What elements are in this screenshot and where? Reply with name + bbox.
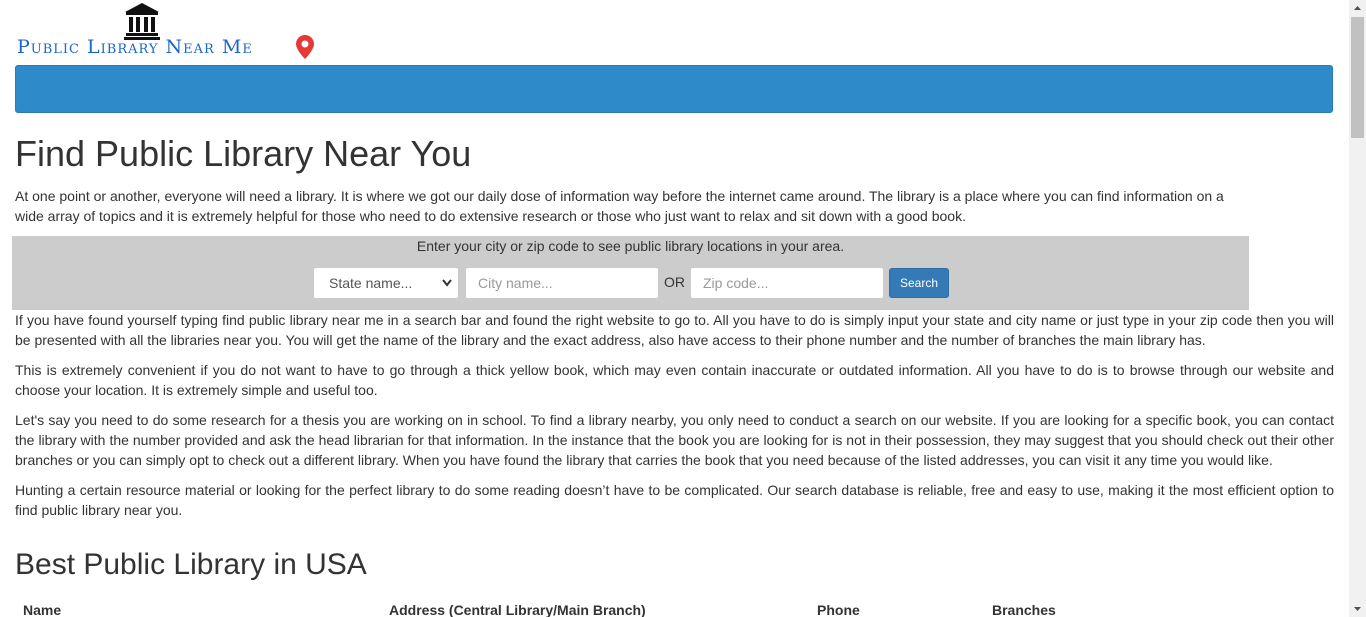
zip-input[interactable] bbox=[690, 267, 884, 299]
navbar bbox=[15, 65, 1333, 113]
content-paragraph: If you have found yourself typing find p… bbox=[15, 312, 1334, 348]
column-header-branches: Branches bbox=[992, 602, 1056, 617]
state-select-value: State name... bbox=[329, 275, 413, 291]
chevron-down-icon bbox=[442, 279, 452, 287]
page-title: Find Public Library Near You bbox=[15, 133, 472, 174]
content-paragraph: This is extremely convenient if you do n… bbox=[15, 362, 1334, 398]
search-hint: Enter your city or zip code to see publi… bbox=[416, 238, 845, 254]
city-input[interactable] bbox=[465, 267, 659, 299]
table-header-row: Name Address (Central Library/Main Branc… bbox=[0, 602, 1349, 617]
library-building-icon bbox=[124, 3, 160, 40]
intro-paragraph: At one point or another, everyone will n… bbox=[15, 188, 1224, 224]
content-paragraph: Hunting a certain resource material or l… bbox=[15, 482, 1334, 518]
vertical-scrollbar[interactable] bbox=[1349, 0, 1366, 617]
content-paragraph: Let's say you need to do some research f… bbox=[15, 412, 1334, 468]
or-label: OR bbox=[664, 274, 685, 290]
scrollbar-thumb[interactable] bbox=[1351, 17, 1364, 138]
logo-text: Public Library Near Me bbox=[17, 36, 253, 58]
scroll-down-arrow-icon[interactable] bbox=[1349, 600, 1366, 617]
search-button[interactable]: Search bbox=[889, 268, 949, 298]
column-header-name: Name bbox=[23, 602, 62, 617]
search-panel: Enter your city or zip code to see publi… bbox=[12, 236, 1249, 310]
state-select[interactable]: State name... bbox=[313, 267, 459, 299]
page: Public Library Near Me Find Public Libra… bbox=[0, 0, 1349, 617]
column-header-phone: Phone bbox=[817, 602, 860, 617]
scroll-up-arrow-icon[interactable] bbox=[1349, 0, 1366, 17]
site-logo[interactable]: Public Library Near Me bbox=[17, 2, 317, 62]
map-pin-icon bbox=[296, 35, 314, 59]
column-header-address: Address (Central Library/Main Branch) bbox=[389, 602, 646, 617]
section-title: Best Public Library in USA bbox=[15, 548, 367, 581]
